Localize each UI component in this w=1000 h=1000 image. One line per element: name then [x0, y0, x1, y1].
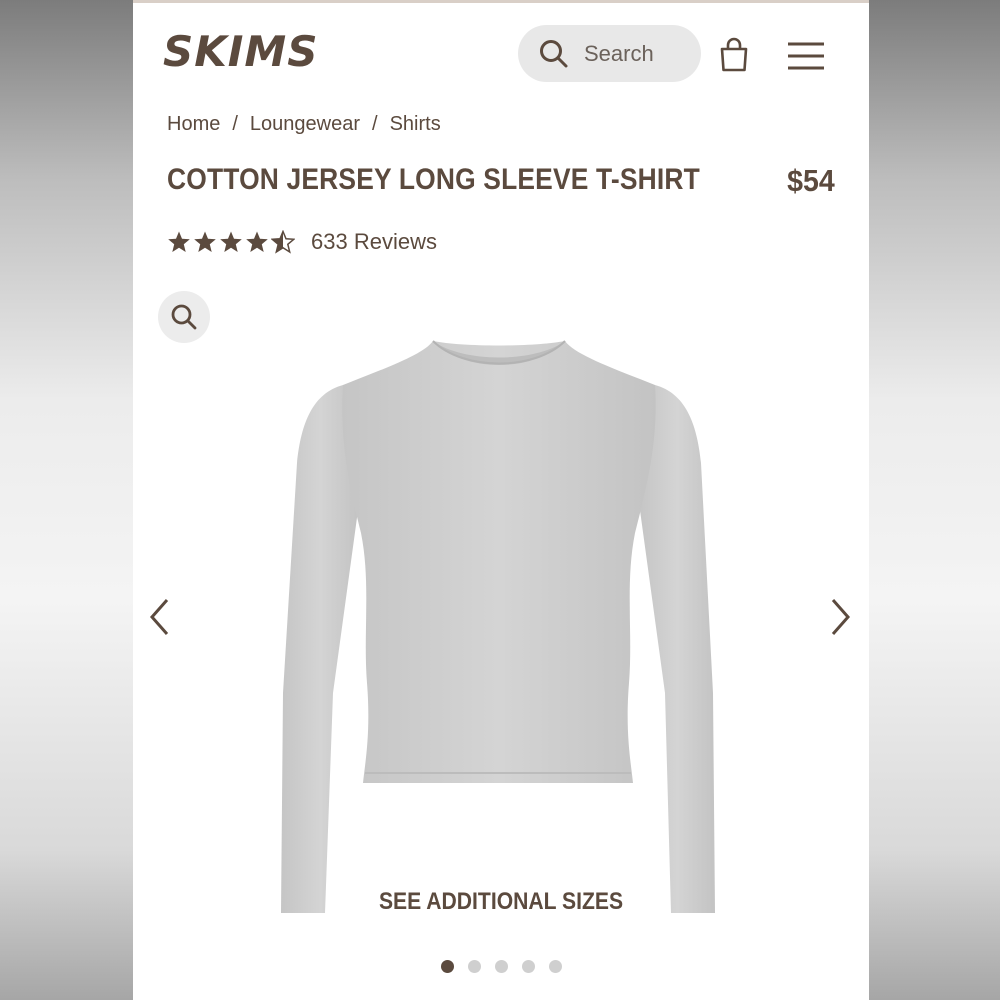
search-label: Search — [584, 40, 654, 66]
breadcrumb-loungewear[interactable]: Loungewear — [250, 113, 360, 136]
hamburger-menu-icon[interactable] — [786, 41, 826, 71]
star-icon — [246, 231, 268, 252]
mobile-page: SKIMS Search Home / Loungewear / Shirts … — [133, 0, 869, 1000]
carousel-dot-5[interactable] — [548, 960, 562, 973]
product-image[interactable] — [273, 333, 723, 923]
breadcrumb-home[interactable]: Home — [167, 113, 220, 136]
breadcrumb: Home / Loungewear / Shirts — [167, 113, 441, 136]
carousel-dot-3[interactable] — [494, 960, 508, 973]
breadcrumb-separator: / — [372, 113, 378, 135]
carousel-prev-arrow-icon[interactable] — [147, 597, 173, 637]
carousel-dot-2[interactable] — [467, 960, 481, 973]
background-left — [0, 0, 133, 1000]
reviews-count[interactable]: 633 Reviews — [311, 229, 437, 255]
product-title: COTTON JERSEY LONG SLEEVE T-SHIRT — [167, 163, 700, 196]
breadcrumb-shirts[interactable]: Shirts — [390, 113, 441, 136]
star-icon — [168, 231, 190, 252]
search-icon — [540, 39, 568, 67]
carousel-dot-1[interactable] — [440, 960, 454, 973]
site-header: SKIMS Search — [133, 3, 869, 103]
carousel-pagination — [133, 960, 869, 973]
see-additional-sizes-link[interactable]: SEE ADDITIONAL SIZES — [177, 888, 825, 916]
magnifier-icon — [171, 304, 197, 330]
star-rating — [167, 230, 295, 254]
star-icon — [220, 231, 242, 252]
background-right — [869, 0, 1000, 1000]
product-rating[interactable]: 633 Reviews — [167, 229, 437, 255]
product-price: $54 — [787, 163, 835, 198]
breadcrumb-separator: / — [232, 113, 238, 135]
carousel-next-arrow-icon[interactable] — [827, 597, 853, 637]
brand-logo[interactable]: SKIMS — [163, 27, 318, 76]
shopping-bag-icon[interactable] — [717, 37, 751, 73]
search-bar[interactable]: Search — [518, 25, 701, 82]
zoom-button[interactable] — [158, 291, 210, 343]
carousel-dot-4[interactable] — [521, 960, 535, 973]
half-star-icon — [271, 230, 295, 254]
star-icon — [194, 231, 216, 252]
